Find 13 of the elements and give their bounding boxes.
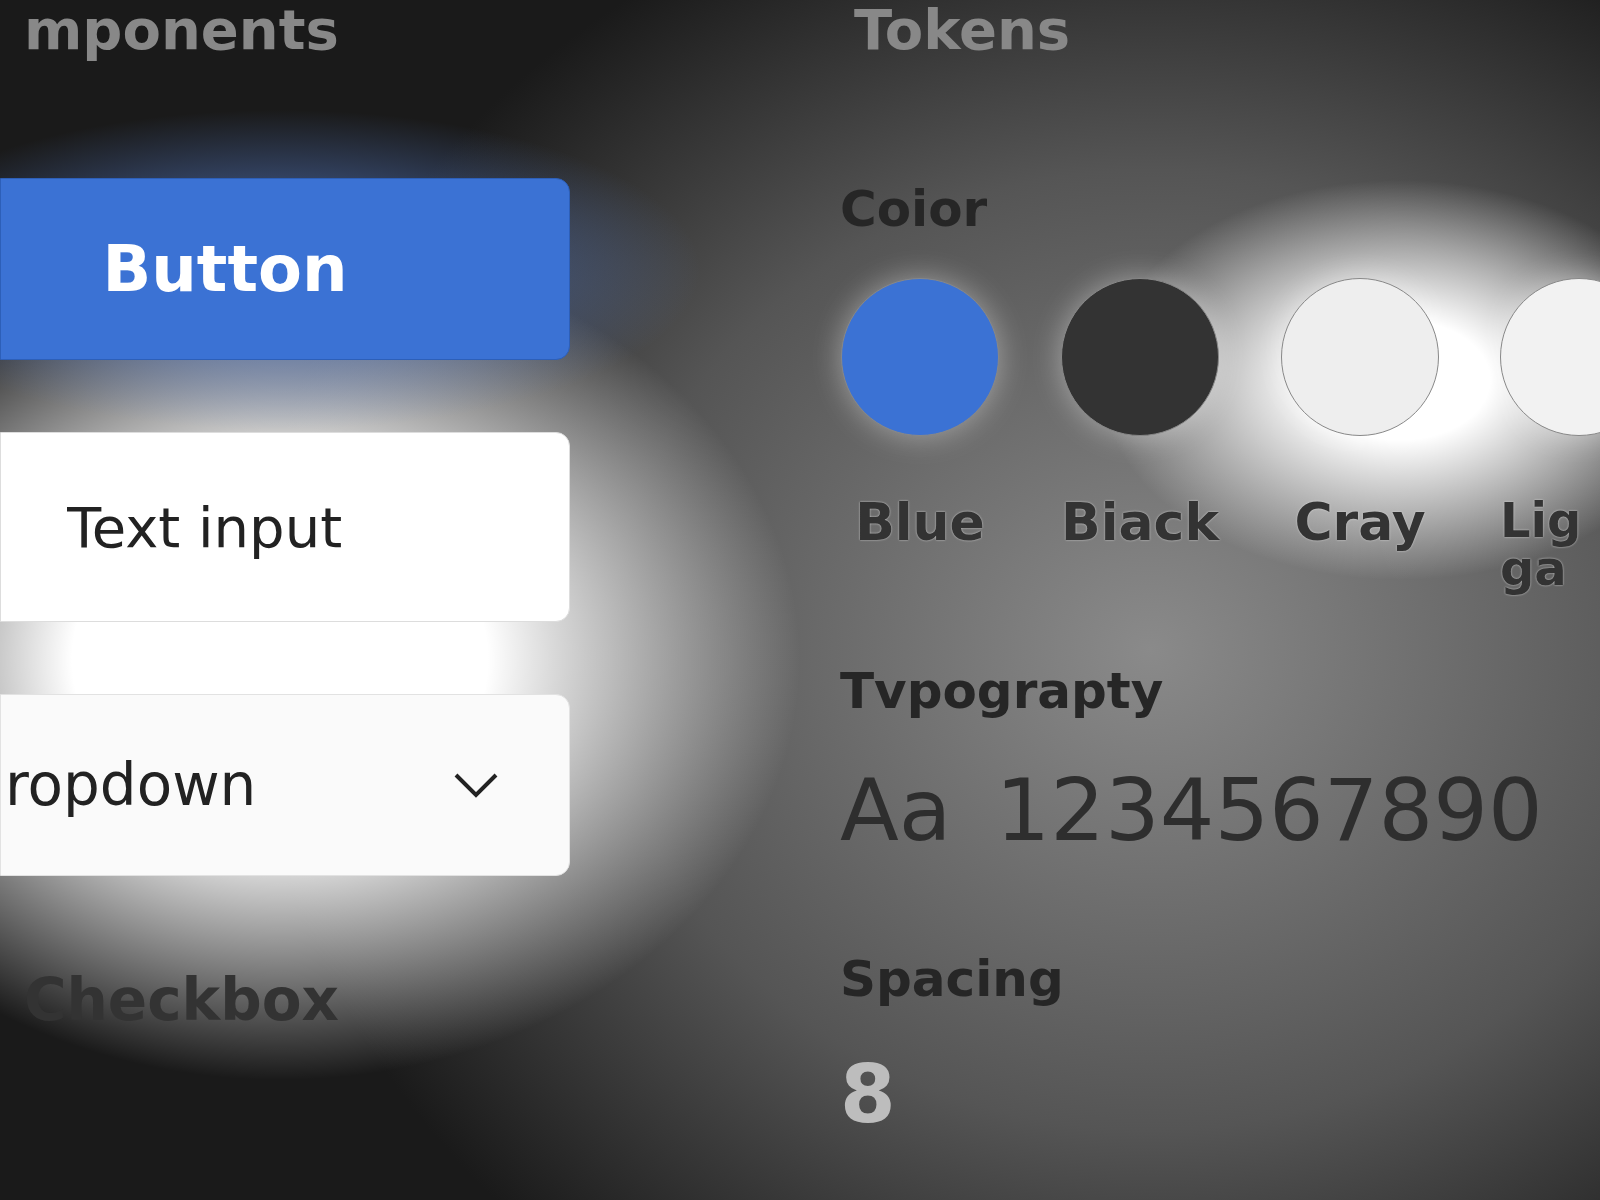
- chevron-down-icon: [453, 771, 499, 799]
- spacing-heading: Spacing: [840, 950, 1064, 1008]
- spacing-value: 8: [840, 1048, 896, 1141]
- section-title: Tokens: [853, 0, 1072, 60]
- dropdown[interactable]: ropdown: [0, 694, 570, 876]
- type-sample: Aa: [840, 760, 952, 860]
- primary-button[interactable]: Button: [0, 178, 570, 360]
- swatch-label: Blue: [855, 496, 985, 548]
- text-input-field[interactable]: Text input: [0, 432, 570, 622]
- digits-sample: 1234567890: [995, 760, 1543, 860]
- swatch-label: Biack: [1061, 496, 1219, 548]
- typography-heading: Tvpograpty: [840, 662, 1164, 720]
- section-title: mponents: [23, 0, 340, 60]
